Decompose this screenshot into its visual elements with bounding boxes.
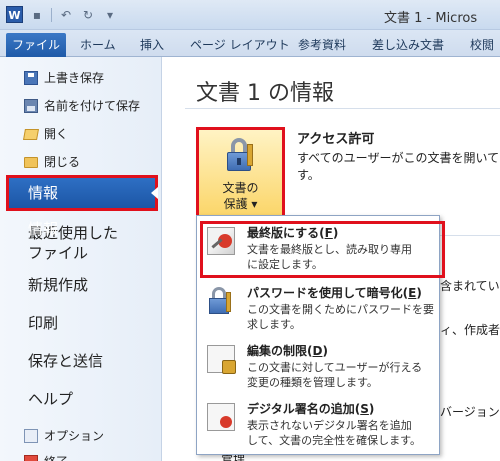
mark-final-icon (207, 227, 235, 255)
menu-item-restrict-editing[interactable]: 編集の制限(D) この文書に対してユーザーが行える 変更の種類を管理します。 (203, 342, 435, 392)
tab-insert[interactable]: 挿入 (140, 35, 164, 55)
redo-icon[interactable]: ↻ (80, 7, 96, 23)
page-title: 文書 1 の情報 (196, 81, 334, 106)
tab-home[interactable]: ホーム (80, 35, 116, 55)
save-icon (24, 70, 38, 85)
backstage-nav: 上書き保存 名前を付けて保存 開く 閉じる 情報 最近使用した ファイル 新規作… (0, 57, 162, 461)
nav-save-label: 上書き保存 (44, 71, 105, 85)
tab-file[interactable]: ファイル (6, 33, 66, 57)
tab-mailings[interactable]: 差し込み文書 (372, 35, 444, 55)
permissions-desc-line1: すべてのユーザーがこの文書を開いてコピ (297, 151, 500, 165)
menu-item-add-digital-signature[interactable]: デジタル署名の追加(S) 表示されないデジタル署名を追加 して、文書の完全性を確… (203, 400, 435, 450)
protect-document-menu: 最終版にする(F) 文書を最終版とし、読み取り専用 に設定します。 パスワードを… (196, 215, 445, 455)
restrict-editing-title: 編集の制限(D) (247, 344, 328, 358)
nav-print[interactable]: 印刷 (28, 313, 58, 333)
ribbon-tabs: ファイル ホーム 挿入 ページ レイアウト 参考資料 差し込み文書 校閲 (0, 30, 500, 57)
undo-icon[interactable]: ↶ (58, 7, 74, 23)
background-text-1: 含まれていま (440, 279, 500, 293)
nav-close-label: 閉じる (44, 155, 81, 169)
customize-qat-icon[interactable]: ▾ (102, 7, 118, 23)
digital-signature-icon (207, 403, 235, 431)
encrypt-password-desc: この文書を開くためにパスワードを要 求します。 (247, 303, 434, 331)
permissions-desc-line2: す。 (297, 168, 320, 182)
nav-options[interactable]: オプション (24, 427, 104, 444)
nav-save-as[interactable]: 名前を付けて保存 (24, 97, 140, 114)
open-folder-icon (23, 129, 39, 140)
background-text-3: バージョンは (440, 405, 500, 419)
quick-access-toolbar: W ▪ ↶ ↻ ▾ (6, 6, 118, 23)
nav-info[interactable]: 情報 (6, 175, 158, 211)
exit-icon (24, 454, 38, 461)
mark-final-desc: 文書を最終版とし、読み取り専用 に設定します。 (247, 243, 412, 271)
nav-save-as-label: 名前を付けて保存 (44, 99, 141, 113)
window-title: 文書 1 - Micros (384, 11, 478, 26)
title-bar: W ▪ ↶ ↻ ▾ 文書 1 - Micros (0, 0, 500, 30)
nav-new[interactable]: 新規作成 (28, 275, 88, 295)
nav-close[interactable]: 閉じる (24, 153, 80, 170)
protect-document-label: 文書の 保護 ▾ (199, 180, 282, 212)
nav-exit[interactable]: 終了 (24, 453, 68, 461)
nav-save[interactable]: 上書き保存 (24, 69, 104, 86)
tab-references[interactable]: 参考資料 (298, 35, 346, 55)
word-app-icon[interactable]: W (6, 6, 23, 23)
tab-review[interactable]: 校閲 (470, 35, 494, 55)
chevron-down-icon: ▾ (251, 197, 258, 211)
nav-help[interactable]: ヘルプ (28, 389, 73, 409)
restrict-editing-desc: この文書に対してユーザーが行える 変更の種類を管理します。 (247, 361, 423, 389)
options-icon (24, 428, 38, 443)
save-icon[interactable]: ▪ (29, 7, 45, 23)
nav-open-label: 開く (44, 127, 69, 141)
save-as-icon (24, 98, 38, 113)
password-lock-icon (207, 287, 235, 315)
nav-recent-line2: ファイル (28, 244, 89, 262)
digital-signature-title: デジタル署名の追加(S) (247, 402, 375, 416)
protect-document-button[interactable]: 文書の 保護 ▾ (196, 127, 285, 218)
restrict-editing-icon (207, 345, 236, 374)
mark-final-title: 最終版にする(F) (247, 226, 339, 240)
lock-key-icon (225, 138, 257, 172)
nav-open[interactable]: 開く (23, 125, 69, 142)
permissions-heading: アクセス許可 (297, 132, 375, 147)
nav-options-label: オプション (44, 429, 105, 443)
menu-item-mark-as-final[interactable]: 最終版にする(F) 文書を最終版とし、読み取り専用 に設定します。 (200, 221, 445, 278)
nav-exit-label: 終了 (44, 453, 68, 461)
tab-page-layout[interactable]: ページ レイアウト (190, 35, 290, 55)
background-text-2: ィ、作成者の (440, 323, 500, 337)
selection-notch (151, 187, 158, 199)
encrypt-password-title: パスワードを使用して暗号化(E) (247, 286, 422, 300)
nav-info-label: 情報 (28, 220, 59, 238)
folder-icon (24, 157, 38, 168)
nav-info-selected-label: 情報 (28, 184, 59, 202)
menu-item-encrypt-password[interactable]: パスワードを使用して暗号化(E) この文書を開くためにパスワードを要 求します。 (203, 284, 435, 334)
qat-separator (51, 7, 52, 22)
nav-save-send[interactable]: 保存と送信 (28, 351, 103, 371)
protect-label-line2: 保護 ▾ (223, 197, 258, 211)
title-divider (185, 108, 500, 109)
protect-label-line1: 文書の (222, 181, 259, 195)
permissions-description: すべてのユーザーがこの文書を開いてコピ す。 (297, 150, 500, 184)
digital-signature-desc: 表示されないデジタル署名を追加 して、文書の完全性を確保します。 (247, 419, 422, 447)
